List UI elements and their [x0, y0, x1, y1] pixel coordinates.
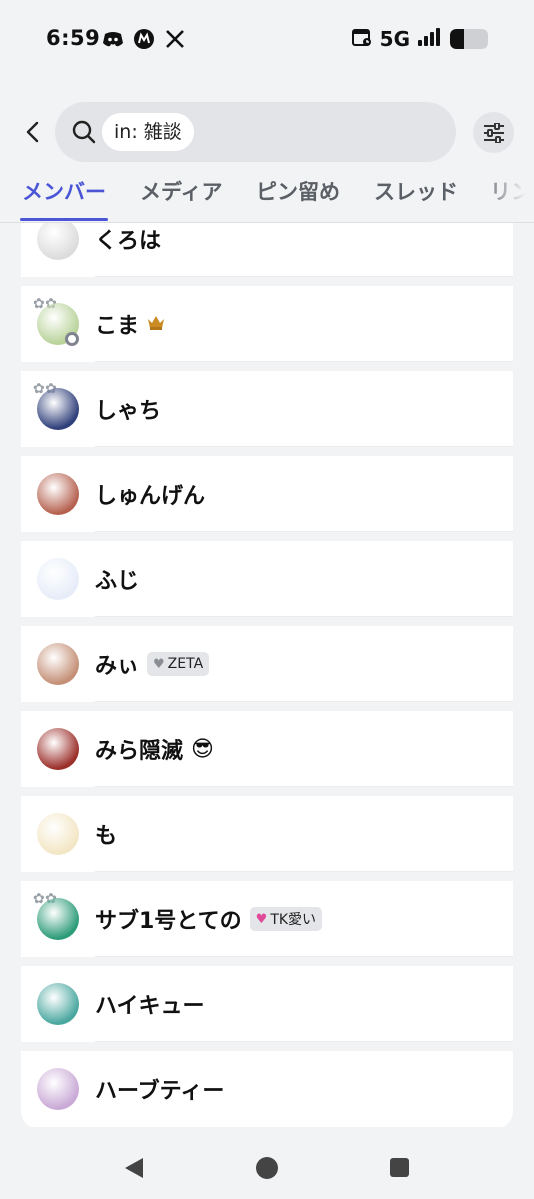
tab-members[interactable]: メンバー	[22, 176, 106, 206]
member-row[interactable]: しゅんげん	[21, 456, 513, 532]
offline-status-icon	[65, 332, 79, 346]
tab-overflow-fade	[478, 170, 534, 223]
member-row[interactable]: ハーブティー	[21, 1051, 513, 1127]
avatar	[37, 983, 79, 1025]
avatar	[37, 473, 79, 515]
avatar	[37, 898, 79, 940]
tab-pins[interactable]: ピン留め	[256, 176, 340, 206]
role-tag: ♥ ZETA	[147, 652, 210, 676]
battery-icon	[450, 29, 488, 49]
row-divider	[95, 871, 513, 872]
member-row[interactable]: くろは	[21, 223, 513, 277]
member-list: くろは ✿ ✿ こま ✿ ✿ しゃち しゅんげん ふじ みぃ ♥ ZETA みら…	[21, 223, 513, 1129]
member-row[interactable]: ハイキュー	[21, 966, 513, 1042]
member-row[interactable]: も	[21, 796, 513, 872]
member-name: ハイキュー	[95, 994, 205, 1019]
filter-settings-button[interactable]	[473, 112, 514, 153]
nav-back-button[interactable]	[123, 1157, 145, 1179]
row-divider	[95, 701, 513, 702]
member-name: ふじ	[95, 569, 140, 594]
tab-bar: メンバー メディア ピン留め スレッド リン	[0, 170, 534, 223]
search-icon	[71, 119, 97, 145]
row-divider	[95, 531, 513, 532]
pink-heart-icon: ♥	[255, 911, 268, 927]
avatar	[37, 1068, 79, 1110]
avatar	[37, 388, 79, 430]
tab-media[interactable]: メディア	[140, 176, 223, 206]
member-name: くろは	[95, 229, 162, 254]
member-row[interactable]: ふじ	[21, 541, 513, 617]
nav-home-button[interactable]	[256, 1157, 278, 1179]
system-nav-bar	[0, 1140, 534, 1199]
misskey-icon	[133, 28, 155, 50]
row-divider	[95, 786, 513, 787]
status-bar: 6:59 5G	[0, 0, 534, 78]
member-name: ハーブティー	[95, 1079, 225, 1104]
signal-icon	[418, 28, 442, 50]
grey-heart-icon: ♥	[153, 656, 165, 672]
avatar	[37, 223, 79, 260]
row-divider	[95, 361, 513, 362]
member-name: みら隠滅	[95, 739, 184, 764]
member-name: しゃち	[95, 399, 162, 424]
x-icon	[164, 28, 186, 50]
member-row[interactable]: ✿ ✿ しゃち	[21, 371, 513, 447]
calendar-alarm-icon	[351, 27, 372, 51]
crown-icon	[147, 315, 165, 334]
search-filter-chip[interactable]: in: 雑談	[102, 113, 194, 151]
avatar	[37, 728, 79, 770]
member-row[interactable]: ✿ ✿ こま	[21, 286, 513, 362]
row-divider	[95, 1041, 513, 1042]
sliders-icon	[483, 122, 504, 143]
member-name: も	[95, 824, 118, 849]
member-name: みぃ	[95, 654, 140, 679]
role-tag: ♥ TK愛い	[249, 907, 323, 931]
member-name: こま	[95, 314, 140, 339]
notification-icons	[102, 28, 186, 50]
network-type: 5G	[379, 27, 410, 51]
row-divider	[95, 276, 513, 277]
member-name: しゅんげん	[95, 484, 206, 509]
row-divider	[95, 446, 513, 447]
member-row[interactable]: ✿ ✿ サブ1号とての ♥ TK愛い	[21, 881, 513, 957]
row-divider	[95, 956, 513, 957]
system-status: 5G	[351, 27, 488, 51]
role-tag-text: ZETA	[167, 656, 204, 672]
avatar	[37, 643, 79, 685]
role-tag-text: TK愛い	[270, 912, 317, 928]
active-tab-indicator	[20, 218, 108, 221]
row-divider	[95, 616, 513, 617]
member-row[interactable]: みら隠滅 😎	[21, 711, 513, 787]
avatar	[37, 813, 79, 855]
search-bar[interactable]: in: 雑談	[55, 102, 456, 162]
avatar	[37, 558, 79, 600]
back-button[interactable]	[20, 118, 46, 146]
sunglasses-emoji: 😎	[191, 736, 214, 762]
tab-threads[interactable]: スレッド	[374, 176, 458, 206]
nav-recents-button[interactable]	[390, 1158, 409, 1177]
status-time: 6:59	[46, 26, 101, 50]
member-name: サブ1号とての	[95, 909, 242, 934]
discord-icon	[102, 28, 124, 50]
member-row[interactable]: みぃ ♥ ZETA	[21, 626, 513, 702]
